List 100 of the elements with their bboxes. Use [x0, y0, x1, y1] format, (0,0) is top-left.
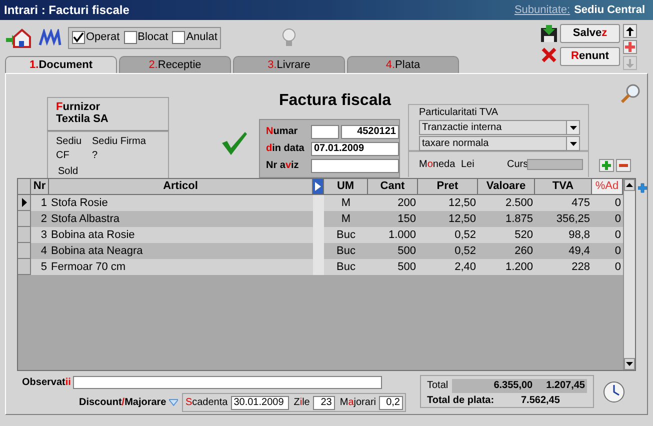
rate-field[interactable]: [527, 159, 583, 170]
column-header[interactable]: TVA: [535, 179, 592, 195]
add-icon[interactable]: [638, 182, 647, 194]
grid-row[interactable]: 4 Bobina ata Neagra Buc 500 0,52 260 49,4 0: [18, 243, 623, 259]
currency-value: Lei: [461, 158, 476, 172]
checkmark-icon: [221, 131, 247, 155]
penalty-label: Majorari: [340, 396, 376, 410]
save-icon[interactable]: [540, 25, 558, 43]
penalty-field[interactable]: 0,2: [379, 396, 403, 410]
sold-label: Sold: [57, 166, 80, 178]
remove-row-button[interactable]: [616, 159, 631, 172]
table-cell-text: Stofa Albastra: [50, 212, 120, 227]
grid-row[interactable]: 2 Stofa Albastra M 150 12,50 1.875 356,25 0: [18, 211, 623, 227]
tab[interactable]: 1.Document: [5, 56, 117, 73]
discount-label[interactable]: Discount/Majorare: [79, 395, 166, 410]
due-field[interactable]: 30.01.2009: [230, 396, 289, 410]
table-cell-text: Stofa Rosie: [50, 196, 109, 211]
table-cell-text: 0: [614, 228, 622, 243]
tab[interactable]: 3.Livrare: [233, 56, 345, 73]
sediu-value: Sediu Firma: [92, 136, 146, 148]
table-cell-text: 500: [396, 244, 417, 259]
dialog-button[interactable]: Renunt: [560, 47, 620, 66]
table-cell-text: 5: [40, 260, 48, 275]
supplier-label: Furnizor: [56, 101, 102, 113]
column-header[interactable]: Articol: [49, 179, 313, 195]
column-header[interactable]: %Ad: [592, 179, 623, 195]
add-row-button[interactable]: [599, 159, 614, 172]
expand-triangle-icon[interactable]: [169, 399, 178, 406]
table-cell-text: 520: [514, 228, 534, 243]
grid-row[interactable]: 5 Fermoar 70 cm Buc 500 2,40 1.200 228 0: [18, 259, 623, 275]
days-field[interactable]: 23: [312, 396, 335, 410]
series-field[interactable]: [311, 124, 339, 138]
table-cell-text: 2.500: [504, 196, 534, 211]
scroll-up-icon[interactable]: [626, 183, 633, 187]
aviz-label: Nr aviz: [266, 159, 300, 173]
subunit-value: Sediu Central: [574, 2, 645, 18]
column-header[interactable]: Pret: [418, 179, 478, 195]
table-cell-text: 1.000: [387, 228, 417, 243]
table-cell-text: M: [340, 196, 352, 211]
tab[interactable]: 2.Receptie: [119, 56, 231, 73]
table-cell-text: 2: [40, 212, 48, 227]
magnifier-icon[interactable]: [621, 83, 641, 103]
aviz-field[interactable]: [311, 158, 399, 172]
dialog-button[interactable]: Salvez: [560, 24, 620, 43]
table-cell-text: Fermoar 70 cm: [50, 260, 127, 275]
table-cell-text: Buc: [336, 244, 356, 259]
checkbox-label: Operat: [86, 30, 120, 46]
clock-icon[interactable]: [603, 381, 625, 403]
checkbox[interactable]: [72, 31, 85, 44]
cancel-icon[interactable]: [541, 47, 557, 63]
table-cell-text: 0,52: [454, 228, 477, 243]
date-label: din data: [266, 142, 306, 156]
column-header[interactable]: Cant: [368, 179, 418, 195]
tva-dropdown[interactable]: Tranzactie interna: [419, 120, 580, 135]
column-header[interactable]: Nr: [31, 179, 49, 195]
table-cell-text: 4: [40, 244, 48, 259]
table-cell-text: 200: [396, 196, 417, 211]
checkbox[interactable]: [172, 31, 186, 44]
checkbox[interactable]: [124, 31, 137, 44]
table-cell-text: 0: [614, 260, 622, 275]
table-cell-text: Buc: [336, 228, 356, 243]
tab[interactable]: 4.Plata: [347, 56, 459, 73]
total-vat: 1.207,45: [536, 378, 587, 392]
expand-arrow-icon[interactable]: [315, 182, 321, 191]
row-header[interactable]: [18, 195, 31, 211]
checkbox-label: Blocat: [138, 30, 168, 46]
scroll-down-icon[interactable]: [626, 362, 633, 366]
column-header[interactable]: Valoare: [478, 179, 535, 195]
column-header[interactable]: UM: [324, 179, 368, 195]
table-cell-text: Bobina ata Rosie: [50, 228, 136, 243]
house-icon[interactable]: [6, 26, 32, 48]
table-cell-text: 475: [570, 196, 591, 211]
notes-field[interactable]: [72, 376, 382, 389]
up-arrow-button[interactable]: [623, 24, 637, 38]
grand-total-value: 7.562,45: [521, 394, 560, 408]
checkbox-label: Anulat: [186, 30, 218, 46]
table-cell-text: M: [340, 212, 352, 227]
grid-row[interactable]: 1 Stofa Rosie M 200 12,50 2.500 475 0: [18, 195, 623, 211]
due-label: Scadenta: [185, 396, 228, 410]
marker-cell: [313, 195, 324, 211]
script-m-icon[interactable]: [38, 28, 62, 46]
plus-icon: [602, 161, 611, 170]
total-value: 6.355,00: [452, 378, 537, 392]
date-field[interactable]: 07.01.2009: [311, 142, 399, 156]
table-cell-text: 3: [40, 228, 48, 243]
scrollbar[interactable]: [623, 179, 635, 370]
table-cell-text: 49,4: [568, 244, 591, 259]
table-cell-text: 1.200: [504, 260, 534, 275]
table-cell-text: 0: [614, 244, 622, 259]
cf-value: ?: [92, 150, 98, 162]
dropdown-arrow-icon: [570, 126, 576, 130]
marker-cell: [313, 259, 324, 275]
table-cell-text: 500: [396, 260, 417, 275]
number-field[interactable]: 4520121: [341, 124, 399, 138]
subunit-label[interactable]: Subunitate:: [514, 2, 570, 18]
tva-dropdown[interactable]: taxare normala: [419, 136, 580, 151]
grid-row[interactable]: 3 Bobina ata Rosie Buc 1.000 0,52 520 98,8 0: [18, 227, 623, 243]
sediu-label: Sediu: [56, 136, 83, 148]
days-label: Zile: [294, 396, 310, 410]
document-title: Factura fiscala: [279, 92, 392, 110]
